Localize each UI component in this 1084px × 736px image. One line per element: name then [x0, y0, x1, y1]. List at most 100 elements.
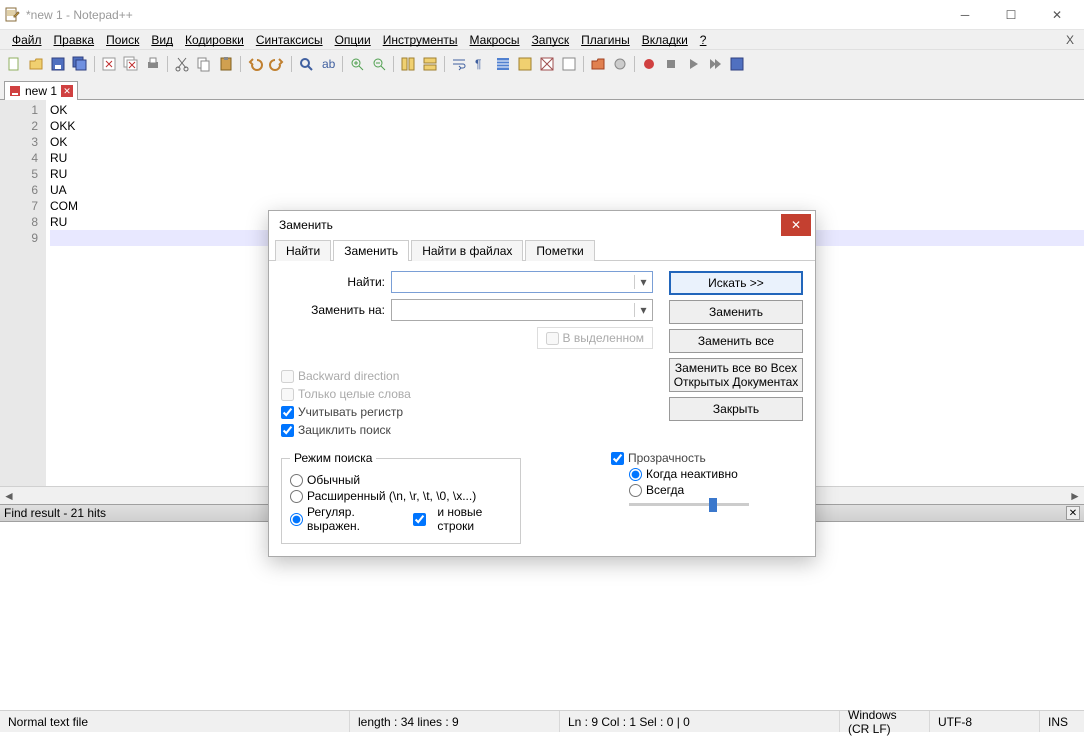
app-icon: [4, 7, 20, 23]
menu-syntax[interactable]: Синтаксисы: [250, 31, 329, 49]
toolbar: ab ¶: [0, 50, 1084, 78]
replace-button[interactable]: Заменить: [669, 300, 803, 324]
menu-run[interactable]: Запуск: [526, 31, 576, 49]
new-icon[interactable]: [4, 54, 24, 74]
open-icon[interactable]: [26, 54, 46, 74]
menu-encoding[interactable]: Кодировки: [179, 31, 250, 49]
menubar: Файл Правка Поиск Вид Кодировки Синтакси…: [0, 30, 1084, 50]
menu-aux-close[interactable]: X: [1066, 33, 1074, 47]
save-macro-icon[interactable]: [727, 54, 747, 74]
minimize-button[interactable]: ─: [942, 0, 988, 30]
menu-edit[interactable]: Правка: [48, 31, 101, 49]
trans-always-radio[interactable]: Всегда: [629, 483, 803, 497]
toolbar-sep: [94, 56, 95, 72]
undo-icon[interactable]: [245, 54, 265, 74]
editor-line: OK: [50, 102, 1084, 118]
titlebar: *new 1 - Notepad++ ─ ☐ ✕: [0, 0, 1084, 30]
replace-all-docs-button[interactable]: Заменить все во Всех Открытых Документах: [669, 358, 803, 392]
dotall-checkbox[interactable]: [413, 513, 426, 526]
find-next-button[interactable]: Искать >>: [669, 271, 803, 295]
wordwrap-icon[interactable]: [449, 54, 469, 74]
chevron-down-icon[interactable]: ▾: [634, 275, 652, 289]
menu-options[interactable]: Опции: [329, 31, 377, 49]
menu-view[interactable]: Вид: [145, 31, 179, 49]
toolbar-sep: [444, 56, 445, 72]
status-pos: Ln : 9 Col : 1 Sel : 0 | 0: [560, 711, 840, 732]
close-file-icon[interactable]: [99, 54, 119, 74]
svg-text:¶: ¶: [475, 57, 481, 71]
menu-help[interactable]: ?: [694, 31, 713, 49]
zoom-out-icon[interactable]: [369, 54, 389, 74]
transparency-checkbox[interactable]: Прозрачность: [611, 451, 803, 465]
wrap-around-checkbox[interactable]: Зациклить поиск: [281, 423, 653, 437]
mode-regex-radio[interactable]: Регуляр. выражен. и новые строки: [290, 505, 512, 533]
doc-map-icon[interactable]: [537, 54, 557, 74]
maximize-button[interactable]: ☐: [988, 0, 1034, 30]
editor-line: RU: [50, 166, 1084, 182]
status-length: length : 34 lines : 9: [350, 711, 560, 732]
dialog-tabs: Найти Заменить Найти в файлах Пометки: [269, 239, 815, 261]
toolbar-sep: [393, 56, 394, 72]
dialog-close-button[interactable]: ✕: [781, 214, 811, 236]
tab-close-button[interactable]: ✕: [61, 85, 73, 97]
play-icon[interactable]: [683, 54, 703, 74]
file-tabbar: new 1 ✕: [0, 78, 1084, 100]
close-button[interactable]: ✕: [1034, 0, 1080, 30]
folder-icon[interactable]: [588, 54, 608, 74]
menu-plugins[interactable]: Плагины: [575, 31, 636, 49]
paste-icon[interactable]: [216, 54, 236, 74]
save-icon[interactable]: [48, 54, 68, 74]
scroll-left-icon[interactable]: ◄: [0, 487, 18, 504]
indent-guide-icon[interactable]: [493, 54, 513, 74]
lang-icon[interactable]: [515, 54, 535, 74]
unsaved-dot-icon: [9, 85, 21, 97]
editor-line: OKK: [50, 118, 1084, 134]
sync-v-icon[interactable]: [398, 54, 418, 74]
mode-extended-radio[interactable]: Расширенный (\n, \r, \t, \0, \x...): [290, 489, 512, 503]
show-chars-icon[interactable]: ¶: [471, 54, 491, 74]
chevron-down-icon[interactable]: ▾: [634, 303, 652, 317]
replace-all-button[interactable]: Заменить все: [669, 329, 803, 353]
find-icon[interactable]: [296, 54, 316, 74]
menu-tabs[interactable]: Вкладки: [636, 31, 694, 49]
print-icon[interactable]: [143, 54, 163, 74]
sync-h-icon[interactable]: [420, 54, 440, 74]
close-dialog-button[interactable]: Закрыть: [669, 397, 803, 421]
tab-marks[interactable]: Пометки: [525, 240, 594, 261]
transparency-slider[interactable]: [629, 503, 749, 506]
save-all-icon[interactable]: [70, 54, 90, 74]
find-panel-close-button[interactable]: ✕: [1066, 506, 1080, 520]
file-tab-label: new 1: [25, 84, 57, 98]
zoom-in-icon[interactable]: [347, 54, 367, 74]
menu-search[interactable]: Поиск: [100, 31, 145, 49]
status-mode: INS: [1040, 711, 1084, 732]
close-all-icon[interactable]: [121, 54, 141, 74]
file-tab[interactable]: new 1 ✕: [4, 81, 78, 100]
mode-normal-radio[interactable]: Обычный: [290, 473, 512, 487]
toolbar-sep: [342, 56, 343, 72]
play-multi-icon[interactable]: [705, 54, 725, 74]
cut-icon[interactable]: [172, 54, 192, 74]
dialog-titlebar[interactable]: Заменить ✕: [269, 211, 815, 239]
copy-icon[interactable]: [194, 54, 214, 74]
tab-find-in-files[interactable]: Найти в файлах: [411, 240, 523, 261]
tab-replace[interactable]: Заменить: [333, 240, 409, 261]
slider-thumb[interactable]: [709, 498, 717, 512]
record-icon[interactable]: [639, 54, 659, 74]
scroll-right-icon[interactable]: ►: [1066, 487, 1084, 504]
func-list-icon[interactable]: [559, 54, 579, 74]
stop-icon[interactable]: [661, 54, 681, 74]
menu-file[interactable]: Файл: [6, 31, 48, 49]
menu-tools[interactable]: Инструменты: [377, 31, 464, 49]
match-case-checkbox[interactable]: Учитывать регистр: [281, 405, 653, 419]
editor-line: RU: [50, 150, 1084, 166]
tab-find[interactable]: Найти: [275, 240, 331, 261]
replace-input[interactable]: ▾: [391, 299, 653, 321]
find-input[interactable]: ▾: [391, 271, 653, 293]
menu-macros[interactable]: Макросы: [464, 31, 526, 49]
redo-icon[interactable]: [267, 54, 287, 74]
monitor-icon[interactable]: [610, 54, 630, 74]
gutter: 123456789: [0, 100, 46, 486]
replace-icon[interactable]: ab: [318, 54, 338, 74]
trans-inactive-radio[interactable]: Когда неактивно: [629, 467, 803, 481]
